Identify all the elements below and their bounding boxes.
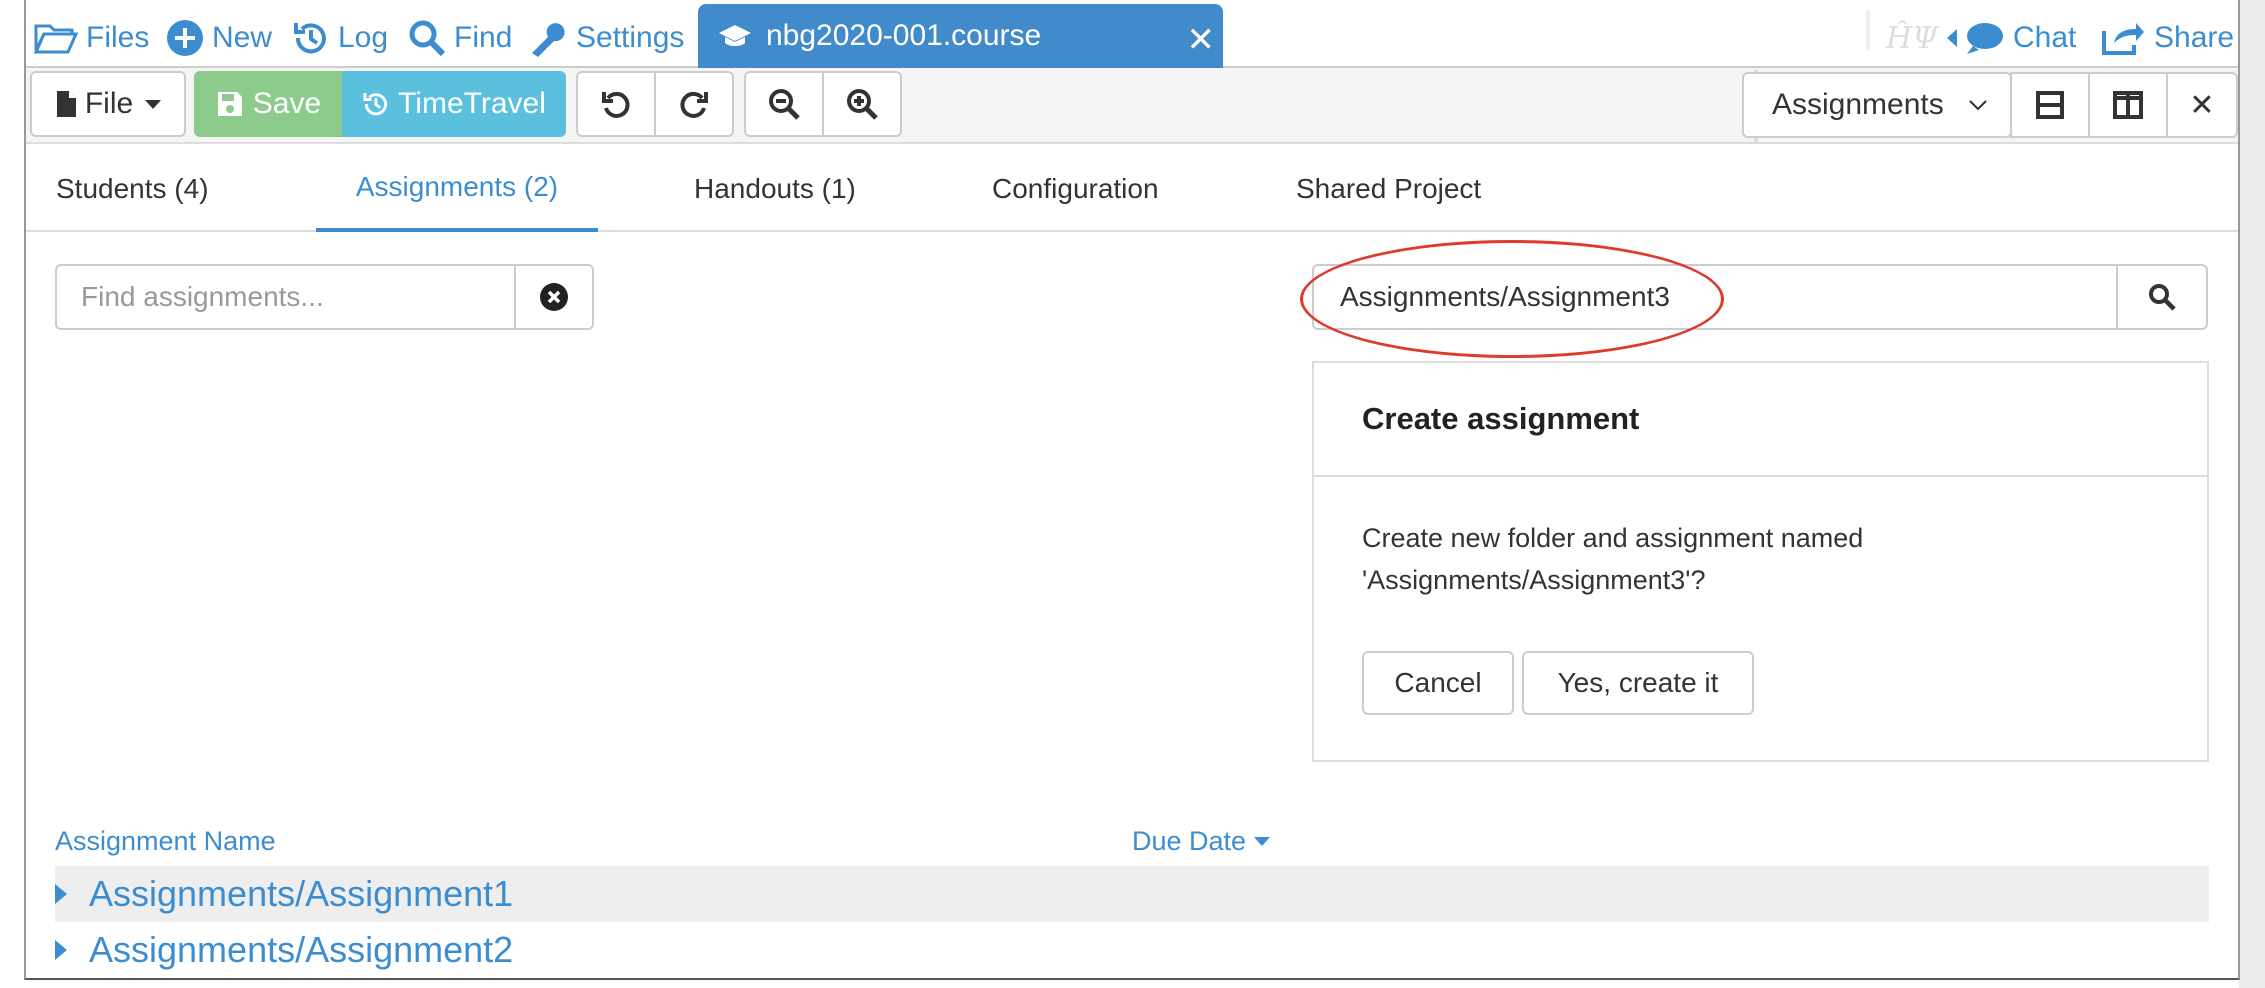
save-button[interactable]: Save (194, 71, 344, 137)
nav-share-label: Share (2154, 21, 2235, 54)
split-horizontal-button[interactable] (2010, 72, 2090, 138)
clear-search-button[interactable] (514, 264, 594, 330)
new-assignment-input[interactable]: Assignments/Assignment3 (1312, 264, 2118, 330)
frame-type-label: Assignments (1772, 88, 1944, 121)
tab-course-file[interactable]: nbg2020-001.course ✕ (698, 4, 1223, 68)
close-tab-icon[interactable]: ✕ (1187, 20, 1216, 60)
create-label: Yes, create it (1557, 667, 1719, 698)
file-menu-button[interactable]: File (30, 71, 186, 137)
nav-new-label: New (212, 21, 273, 54)
file-icon (56, 91, 76, 117)
panel-message: Create new folder and assignment named '… (1314, 477, 2207, 601)
split-vertical-button[interactable] (2088, 72, 2168, 138)
undo-button[interactable] (576, 71, 656, 137)
nav-find-label: Find (454, 21, 513, 54)
tab-handouts-label: Handouts (1) (694, 173, 856, 204)
redo-button[interactable] (654, 71, 734, 137)
caret-down-icon (145, 99, 162, 109)
panel-message-line1: Create new folder and assignment named (1362, 523, 1864, 553)
find-assignments-input[interactable]: Find assignments... (55, 264, 516, 330)
wrench-icon (532, 23, 565, 57)
history-icon (294, 23, 326, 54)
nav-settings[interactable]: Settings (528, 18, 684, 58)
times-circle-icon (540, 283, 568, 311)
list-item[interactable]: Assignments/Assignment2 (55, 922, 2209, 978)
col-assignment-name[interactable]: Assignment Name (55, 826, 276, 857)
assignment-name[interactable]: Assignments/Assignment2 (89, 929, 513, 971)
history-icon (363, 92, 388, 116)
new-assignment-search-button[interactable] (2116, 264, 2208, 330)
tab-students[interactable]: Students (4) (56, 146, 209, 232)
course-tabs: Students (4) Assignments (2) Handouts (1… (26, 146, 2238, 232)
undo-icon (602, 91, 630, 118)
tab-assignments-label: Assignments (2) (355, 171, 559, 202)
nav-log[interactable]: Log (292, 18, 388, 58)
nav-new[interactable]: New (166, 18, 272, 58)
cancel-label: Cancel (1394, 667, 1482, 698)
nav-files-label: Files (86, 21, 150, 54)
panel-message-line2: 'Assignments/Assignment3'? (1362, 565, 1706, 595)
tab-students-label: Students (4) (56, 173, 209, 204)
tab-shared-project-label: Shared Project (1296, 173, 1482, 204)
create-assignment-panel: Create assignment Create new folder and … (1312, 361, 2209, 762)
tab-configuration[interactable]: Configuration (992, 146, 1159, 232)
tab-shared-project[interactable]: Shared Project (1296, 146, 1481, 232)
find-assignments-placeholder: Find assignments... (81, 281, 324, 312)
tab-assignments[interactable]: Assignments (2) (316, 146, 598, 232)
list-item[interactable]: Assignments/Assignment1 (55, 866, 2209, 922)
nav-chat[interactable]: Chat (1943, 18, 2076, 58)
search-icon (2149, 284, 2176, 311)
top-nav: Files New Log Find Settings nbg2020-001.… (26, 0, 2238, 68)
timetravel-button[interactable]: TimeTravel (342, 71, 566, 137)
zoom-out-icon (769, 89, 800, 120)
chat-icon (1947, 23, 2003, 54)
panel-title: Create assignment (1314, 363, 2207, 477)
file-menu-label: File (84, 87, 134, 120)
nav-files[interactable]: Files (34, 18, 149, 58)
col-due-date[interactable]: Due Date (1132, 826, 1271, 857)
math-symbol-icon: ĤΨ (1886, 20, 1939, 56)
close-icon: ✕ (2189, 88, 2215, 122)
tab-configuration-label: Configuration (992, 173, 1159, 204)
caret-right-icon[interactable] (55, 884, 67, 904)
split-vertical-icon (2113, 91, 2143, 119)
share-icon (2102, 23, 2144, 55)
nav-share[interactable]: Share (2100, 18, 2234, 58)
folder-open-icon (34, 24, 78, 54)
tab-handouts[interactable]: Handouts (1) (694, 146, 856, 232)
nav-settings-label: Settings (576, 21, 685, 54)
nav-find[interactable]: Find (408, 18, 512, 58)
zoom-in-button[interactable] (822, 71, 902, 137)
assignment-name[interactable]: Assignments/Assignment1 (89, 873, 513, 915)
nav-divider (1866, 10, 1870, 50)
cancel-button[interactable]: Cancel (1362, 651, 1514, 715)
save-icon (217, 92, 242, 116)
graduation-cap-icon (719, 25, 751, 46)
col-due-date-label: Due Date (1132, 826, 1247, 856)
redo-icon (680, 91, 708, 118)
timetravel-label: TimeTravel (398, 87, 546, 120)
editor-toolbar: File Save TimeTravel Assignments ✕ (26, 68, 2238, 144)
search-icon (409, 20, 446, 57)
save-label: Save (252, 87, 322, 120)
nav-log-label: Log (338, 21, 389, 54)
split-horizontal-icon (2036, 91, 2064, 119)
caret-right-icon[interactable] (55, 940, 67, 960)
plus-circle-icon (167, 20, 203, 56)
window-gutter (2239, 0, 2265, 988)
zoom-out-button[interactable] (744, 71, 824, 137)
zoom-in-icon (847, 89, 878, 120)
tab-course-name: nbg2020-001.course (766, 19, 1042, 52)
frame-type-select[interactable]: Assignments (1742, 72, 2012, 138)
col-assignment-name-label: Assignment Name (55, 826, 276, 856)
chevron-down-icon (1969, 100, 1987, 111)
close-frame-button[interactable]: ✕ (2166, 72, 2238, 138)
sort-caret-down-icon (1254, 837, 1271, 846)
create-assignment-button[interactable]: Yes, create it (1522, 651, 1754, 715)
nav-chat-label: Chat (2013, 21, 2077, 54)
new-assignment-value: Assignments/Assignment3 (1340, 281, 1670, 312)
